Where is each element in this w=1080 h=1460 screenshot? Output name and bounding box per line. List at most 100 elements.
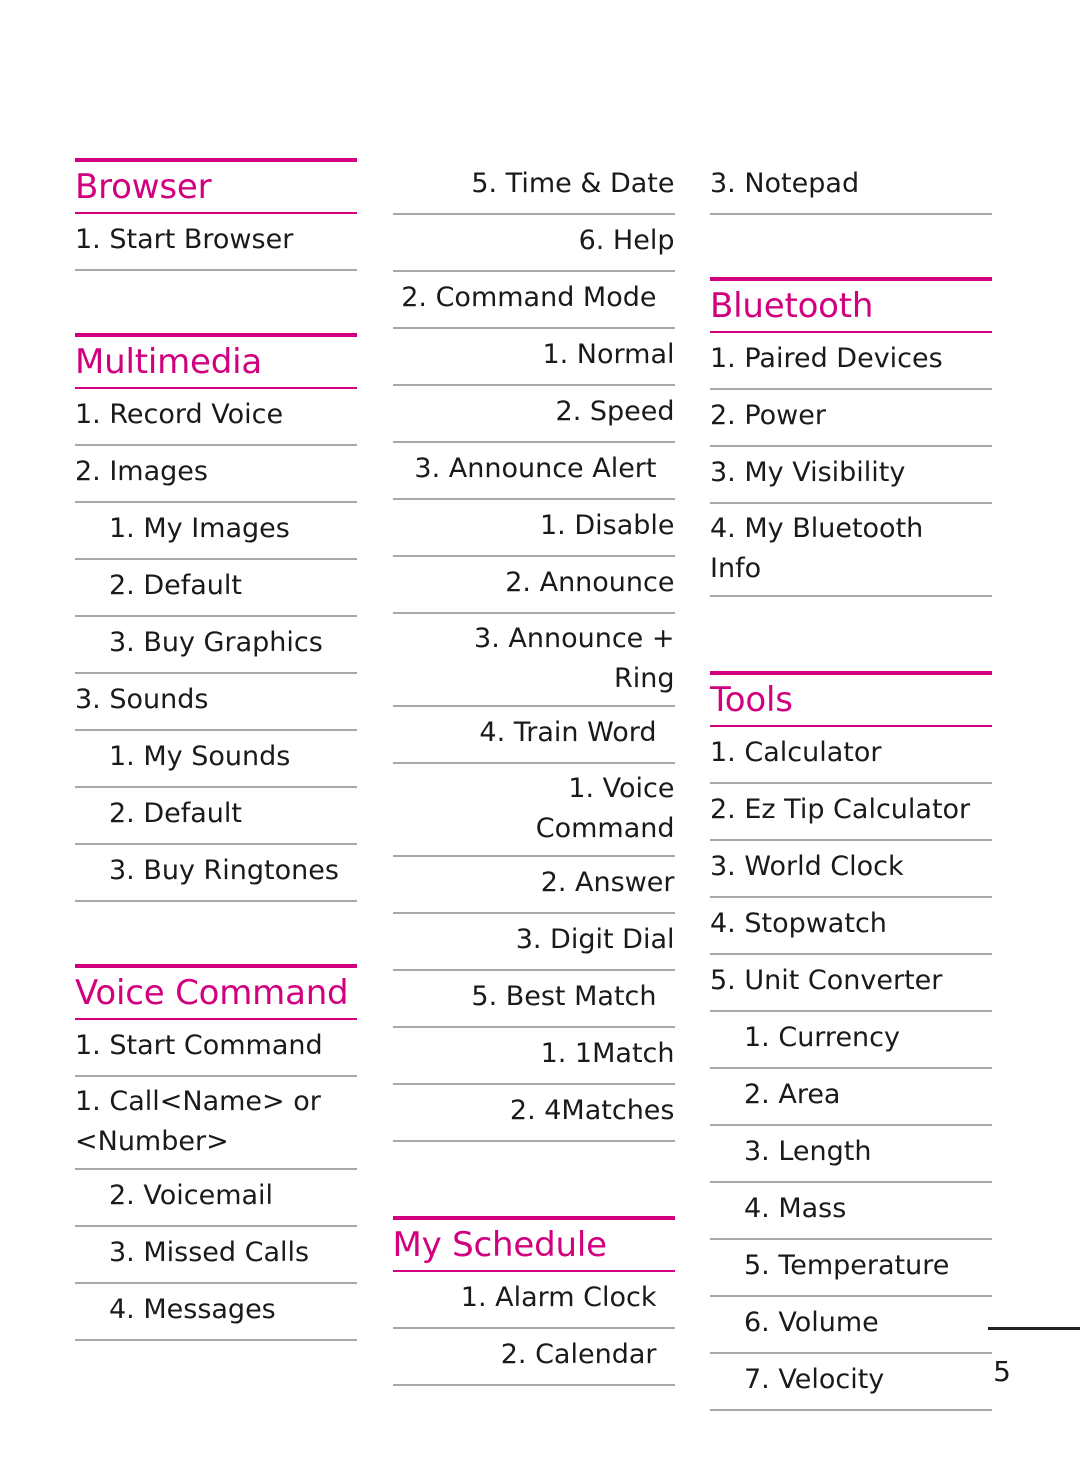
menu-item[interactable]: 2. Command Mode [392, 272, 675, 329]
menu-item[interactable]: 3. Length [710, 1126, 992, 1183]
menu-item-label: 6. Help [578, 225, 675, 256]
menu-item-label: 4. Stopwatch [710, 908, 887, 939]
menu-item[interactable]: 1. Normal [392, 329, 675, 386]
menu-item[interactable]: 1. Alarm Clock [392, 1272, 675, 1329]
menu-item-label: 3. Sounds [75, 684, 209, 715]
menu-item-label: 3. Digit Dial [515, 924, 675, 955]
menu-item-label: 5. Unit Converter [710, 965, 943, 996]
menu-item-label: 3. World Clock [710, 851, 904, 882]
menu-item-label: 1. Disable [540, 510, 675, 541]
menu-item-label: 3. Notepad [710, 168, 860, 199]
menu-item[interactable]: 3. Notepad [710, 158, 992, 215]
menu-item[interactable]: 1. Paired Devices [710, 333, 992, 390]
menu-item[interactable]: 2. Calendar [392, 1329, 675, 1386]
footer-rule [988, 1327, 1080, 1330]
menu-item-label: 1. Calculator [710, 737, 882, 768]
menu-item[interactable]: 3. Announce + Ring [392, 614, 675, 707]
section-heading: Browser [75, 158, 357, 214]
page-number: 5 [993, 1355, 1011, 1388]
menu-item-label: 2. Voicemail [109, 1180, 274, 1211]
menu-item[interactable]: 2. Power [710, 390, 992, 447]
menu-item[interactable]: 2. Speed [392, 386, 675, 443]
menu-item[interactable]: 1. Call<Name> or <Number> [75, 1077, 357, 1170]
menu-item[interactable]: 6. Volume [710, 1297, 992, 1354]
menu-item[interactable]: 5. Unit Converter [710, 955, 992, 1012]
menu-column-mid: 5. Time & Date 6. Help 2. Command Mode 1. N… [392, 158, 675, 1386]
menu-item[interactable]: 1. Start Browser [75, 214, 357, 271]
section-heading-label: Bluetooth [710, 286, 874, 326]
menu-item-label: 3. Missed Calls [109, 1237, 310, 1268]
menu-item[interactable]: 1. My Sounds [75, 731, 357, 788]
menu-item-label: 3. My Visibility [710, 457, 906, 488]
menu-item[interactable]: 4. Messages [75, 1284, 357, 1341]
menu-item[interactable]: 4. Mass [710, 1183, 992, 1240]
menu-item[interactable]: 1. Calculator [710, 727, 992, 784]
menu-column-right: 3. Notepad Bluetooth 1. Paired Devices 2. P… [710, 158, 992, 1411]
menu-item[interactable]: 2. Answer [392, 857, 675, 914]
menu-item[interactable]: 2. Images [75, 446, 357, 503]
menu-item[interactable]: 3. Digit Dial [392, 914, 675, 971]
menu-item-label: 2. Area [744, 1079, 841, 1110]
menu-item[interactable]: 1. Voice Command [392, 764, 675, 857]
menu-item-label: 2. Ez Tip Calculator [710, 794, 971, 825]
menu-item[interactable]: 1. Record Voice [75, 389, 357, 446]
menu-item[interactable]: 5. Best Match [392, 971, 675, 1028]
menu-item-label: 2. 4Matches [509, 1095, 675, 1126]
menu-item-label: 2. Default [109, 570, 242, 601]
menu-item-label: 5. Time & Date [471, 168, 675, 199]
section-heading: Multimedia [75, 333, 357, 389]
menu-item-label: 2. Default [109, 798, 242, 829]
menu-item[interactable]: 7. Velocity [710, 1354, 992, 1411]
menu-item[interactable]: 5. Temperature [710, 1240, 992, 1297]
menu-item[interactable]: 2. Ez Tip Calculator [710, 784, 992, 841]
menu-item-label: 4. My Bluetooth Info [710, 513, 924, 584]
section-heading: Voice Command [75, 964, 357, 1020]
menu-item[interactable]: 3. Sounds [75, 674, 357, 731]
menu-columns: Browser 1. Start Browser Multimedia 1. Reco… [75, 158, 992, 1411]
menu-column-left: Browser 1. Start Browser Multimedia 1. Reco… [75, 158, 357, 1341]
menu-item[interactable]: 4. Stopwatch [710, 898, 992, 955]
menu-item[interactable]: 3. Buy Ringtones [75, 845, 357, 902]
menu-item-label: 2. Images [75, 456, 208, 487]
menu-item[interactable]: 3. Announce Alert [392, 443, 675, 500]
menu-item-label: 1. Start Browser [75, 224, 294, 255]
menu-item[interactable]: 1. Currency [710, 1012, 992, 1069]
menu-item-label: 1. Start Command [75, 1030, 323, 1061]
menu-item[interactable]: 3. Buy Graphics [75, 617, 357, 674]
menu-item-label: 1. My Sounds [109, 741, 291, 772]
menu-item[interactable]: 3. World Clock [710, 841, 992, 898]
menu-item[interactable]: 2. Announce [392, 557, 675, 614]
section-heading-label: Voice Command [75, 973, 349, 1013]
menu-item[interactable]: 2. Area [710, 1069, 992, 1126]
menu-item[interactable]: 1. Disable [392, 500, 675, 557]
menu-item[interactable]: 3. Missed Calls [75, 1227, 357, 1284]
menu-item-label: 1. Paired Devices [710, 343, 943, 374]
menu-item-label: 2. Command Mode [401, 282, 657, 313]
section-heading: Tools [710, 671, 992, 727]
menu-item[interactable]: 2. Voicemail [75, 1170, 357, 1227]
menu-item-label: 4. Messages [109, 1294, 276, 1325]
manual-page: Browser 1. Start Browser Multimedia 1. Reco… [0, 0, 1080, 1460]
menu-item[interactable]: 2. Default [75, 560, 357, 617]
menu-item-label: 4. Mass [744, 1193, 847, 1224]
menu-item-label: 1. Record Voice [75, 399, 284, 430]
menu-item-label: 2. Calendar [500, 1339, 657, 1370]
menu-item[interactable]: 5. Time & Date [392, 158, 675, 215]
menu-item[interactable]: 2. 4Matches [392, 1085, 675, 1142]
menu-item[interactable]: 6. Help [392, 215, 675, 272]
menu-item-label: 3. Buy Graphics [109, 627, 323, 658]
menu-item-label: 4. Train Word [479, 717, 657, 748]
menu-item[interactable]: 4. My Bluetooth Info [710, 504, 992, 597]
menu-item[interactable]: 4. Train Word [392, 707, 675, 764]
menu-item-label: 1. Call<Name> or <Number> [75, 1086, 321, 1157]
menu-item-label: 5. Best Match [471, 981, 657, 1012]
menu-item[interactable]: 1. 1Match [392, 1028, 675, 1085]
menu-item[interactable]: 1. My Images [75, 503, 357, 560]
menu-item[interactable]: 2. Default [75, 788, 357, 845]
menu-item[interactable]: 3. My Visibility [710, 447, 992, 504]
menu-item[interactable]: 1. Start Command [75, 1020, 357, 1077]
section-heading-label: Multimedia [75, 342, 263, 382]
